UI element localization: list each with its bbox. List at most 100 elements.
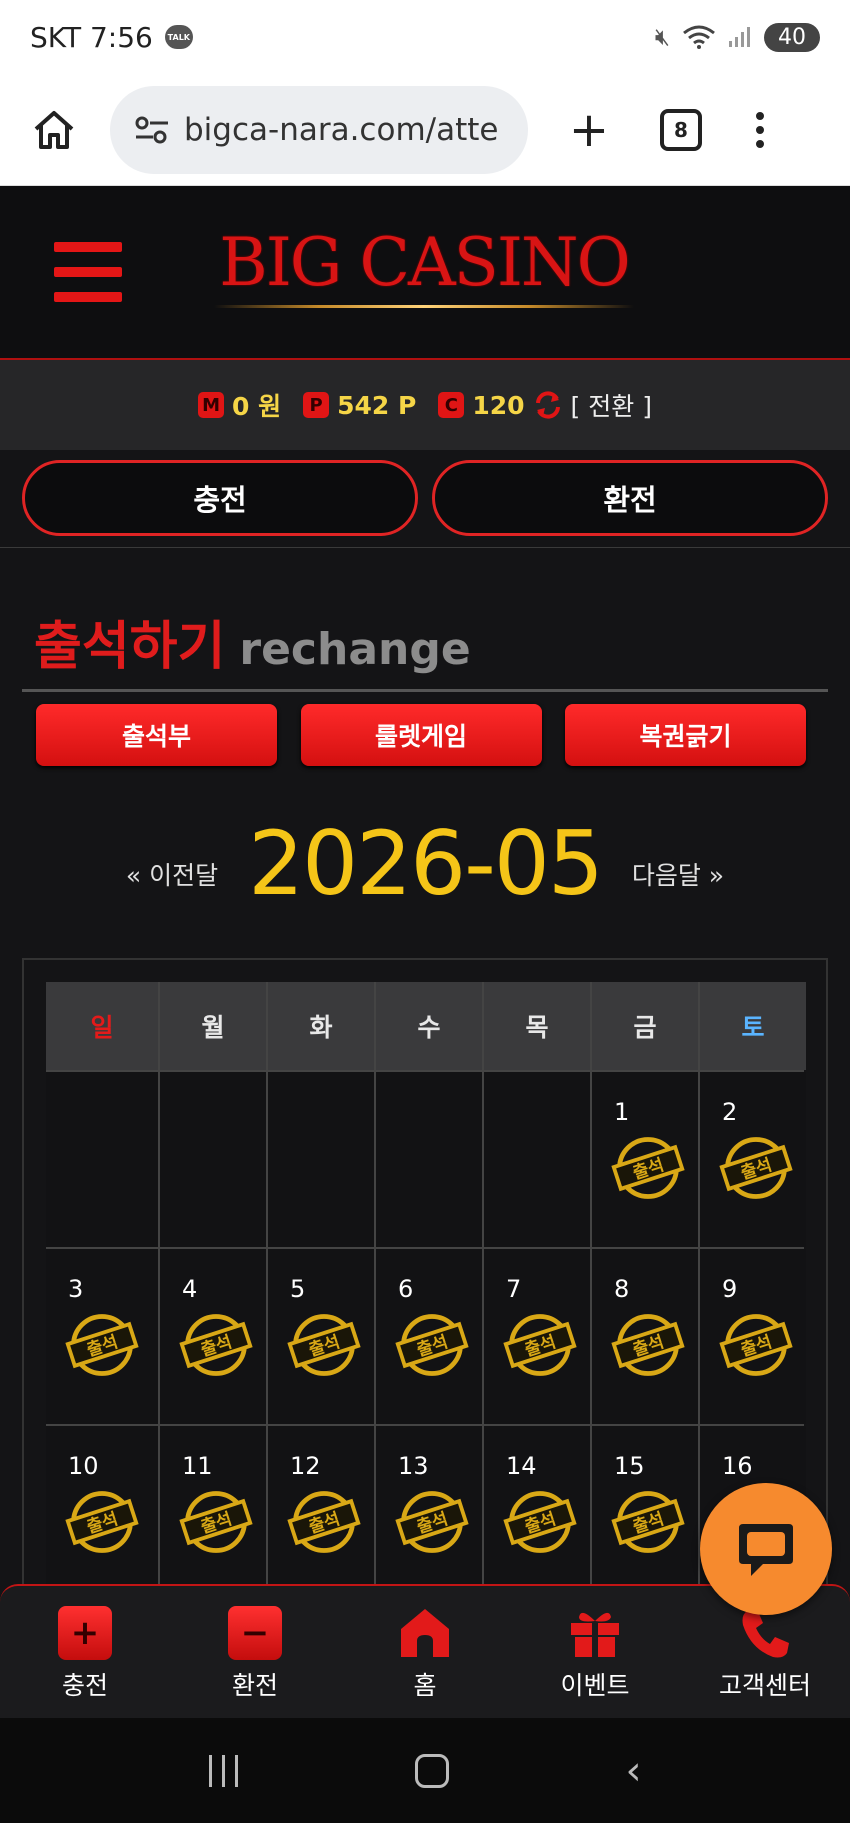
attendance-stamp-icon: 출석 (503, 1314, 577, 1376)
tab-roulette[interactable]: 룰렛게임 (300, 704, 542, 766)
bottom-navigation: + 충전 − 환전 홈 이벤트 고객센터 (0, 1584, 850, 1718)
money-badge: M (198, 392, 225, 418)
calendar-day: 10 출석 (46, 1426, 158, 1596)
point-value: 542 P (337, 390, 417, 420)
kakaotalk-icon: TALK (164, 25, 193, 49)
system-home-button[interactable] (414, 1753, 449, 1788)
gift-icon (571, 1612, 619, 1657)
logo-underline (214, 305, 634, 308)
mute-icon: 🔇︎ (654, 23, 670, 51)
money-balance: M 0 원 (198, 387, 281, 423)
browser-menu-button[interactable] (756, 111, 764, 148)
nav-event[interactable]: 이벤트 (510, 1586, 680, 1718)
attendance-stamp-icon: 출석 (611, 1137, 685, 1199)
nav-label: 환전 (231, 1671, 278, 1700)
home-outline-icon (34, 110, 74, 149)
attendance-stamp-icon: 출석 (395, 1491, 469, 1553)
coin-value: 120 (472, 390, 525, 420)
plus-square-icon: + (58, 1606, 112, 1660)
money-value: 0 원 (232, 392, 282, 421)
address-bar[interactable]: bigca-nara.com/atte (110, 85, 528, 174)
day-number: 8 (614, 1275, 630, 1303)
logo-text: BIG CASINO (219, 224, 631, 301)
switch-link[interactable]: [ 전환 ] (571, 387, 652, 423)
weekday-header: 일 (46, 982, 158, 1070)
exchange-button[interactable]: 환전 (432, 460, 828, 536)
calendar-empty-cell (484, 1072, 590, 1247)
calendar-day: 14 출석 (484, 1426, 590, 1596)
system-back-button[interactable]: ‹ (626, 1748, 642, 1794)
home-icon (401, 1609, 449, 1657)
attendance-stamp-icon: 출석 (611, 1314, 685, 1376)
month-navigation: « 이전달 2026-05 다음달 » (0, 820, 850, 908)
menu-icon[interactable] (54, 242, 122, 302)
attendance-stamp-icon: 출석 (287, 1314, 361, 1376)
calendar-day: 12 출석 (268, 1426, 374, 1596)
day-number: 4 (182, 1275, 198, 1303)
tab-lottery[interactable]: 복권긁기 (565, 704, 806, 766)
day-number: 1 (614, 1098, 630, 1126)
refresh-icon[interactable] (533, 390, 563, 420)
day-number: 10 (68, 1452, 99, 1480)
coin-balance: C 120 [ 전환 ] (438, 387, 652, 423)
calendar-day: 8 출석 (592, 1249, 698, 1424)
nav-label: 고객센터 (718, 1671, 811, 1700)
attendance-stamp-icon: 출석 (395, 1314, 469, 1376)
chat-bubble-icon (739, 1524, 793, 1576)
attendance-stamp-icon: 출석 (719, 1137, 793, 1199)
calendar-grid: 일 월 화 수 목 금 토 1 출석 2 출석 3 출석 4 출석 5 출석 6 출석 7 출석 8 출석 9 출석 10 출석 11… (46, 982, 806, 1596)
calendar-empty-cell (376, 1072, 482, 1247)
weekday-header: 금 (592, 982, 698, 1070)
next-month-link[interactable]: 다음달 » (632, 856, 724, 908)
calendar-day: 1 출석 (592, 1072, 698, 1247)
current-month: 2026-05 (248, 812, 604, 915)
site-settings-icon[interactable] (134, 116, 170, 144)
nav-label: 홈 (413, 1671, 437, 1700)
calendar-empty-cell (46, 1072, 158, 1247)
title-divider (22, 689, 828, 692)
balance-bar: M 0 원 P 542 P C 120 [ 전환 ] (0, 360, 850, 450)
day-number: 12 (290, 1452, 321, 1480)
recent-apps-button[interactable] (208, 1754, 238, 1787)
chat-button[interactable] (700, 1483, 832, 1615)
weekday-header: 수 (376, 982, 482, 1070)
site-header: BIG CASINO (0, 186, 850, 360)
attendance-stamp-icon: 출석 (287, 1491, 361, 1553)
day-number: 6 (398, 1275, 414, 1303)
tab-switcher-button[interactable]: 8 (660, 108, 702, 151)
day-number: 14 (506, 1452, 537, 1480)
calendar-day: 4 출석 (160, 1249, 266, 1424)
attendance-calendar: 일 월 화 수 목 금 토 1 출석 2 출석 3 출석 4 출석 5 출석 6 출석 7 출석 8 출석 9 출석 10 출석 11… (22, 958, 828, 1598)
nav-exchange[interactable]: − 환전 (170, 1586, 340, 1718)
signal-icon (729, 27, 750, 47)
point-badge: P (303, 392, 330, 418)
charge-exchange-row: 충전 환전 (0, 450, 850, 548)
attendance-stamp-icon: 출석 (611, 1491, 685, 1553)
day-number: 5 (290, 1275, 306, 1303)
day-number: 9 (722, 1275, 738, 1303)
browser-home-button[interactable] (24, 109, 84, 151)
attendance-stamp-icon: 출석 (179, 1491, 253, 1553)
calendar-day: 2 출석 (700, 1072, 806, 1247)
calendar-day: 11 출석 (160, 1426, 266, 1596)
attendance-stamp-icon: 출석 (719, 1314, 793, 1376)
nav-home[interactable]: 홈 (340, 1586, 510, 1718)
nav-charge[interactable]: + 충전 (0, 1586, 170, 1718)
status-bar: SKT 7:56 TALK 🔇︎ 40 (0, 0, 850, 74)
minus-square-icon: − (228, 1606, 282, 1660)
prev-month-link[interactable]: « 이전달 (126, 856, 218, 908)
page-title: 출석하기 rechange (34, 604, 471, 679)
weekday-header: 월 (160, 982, 266, 1070)
calendar-empty-cell (268, 1072, 374, 1247)
day-number: 7 (506, 1275, 522, 1303)
weekday-header: 목 (484, 982, 590, 1070)
site-logo[interactable]: BIG CASINO (208, 224, 640, 308)
new-tab-button[interactable]: + (564, 102, 614, 158)
calendar-day: 3 출석 (46, 1249, 158, 1424)
attendance-stamp-icon: 출석 (503, 1491, 577, 1553)
carrier-time: SKT 7:56 (30, 20, 153, 54)
system-navigation-bar: ‹ (0, 1718, 850, 1823)
tab-attendance[interactable]: 출석부 (36, 704, 277, 766)
charge-button[interactable]: 충전 (22, 460, 418, 536)
coin-badge: C (438, 392, 465, 418)
